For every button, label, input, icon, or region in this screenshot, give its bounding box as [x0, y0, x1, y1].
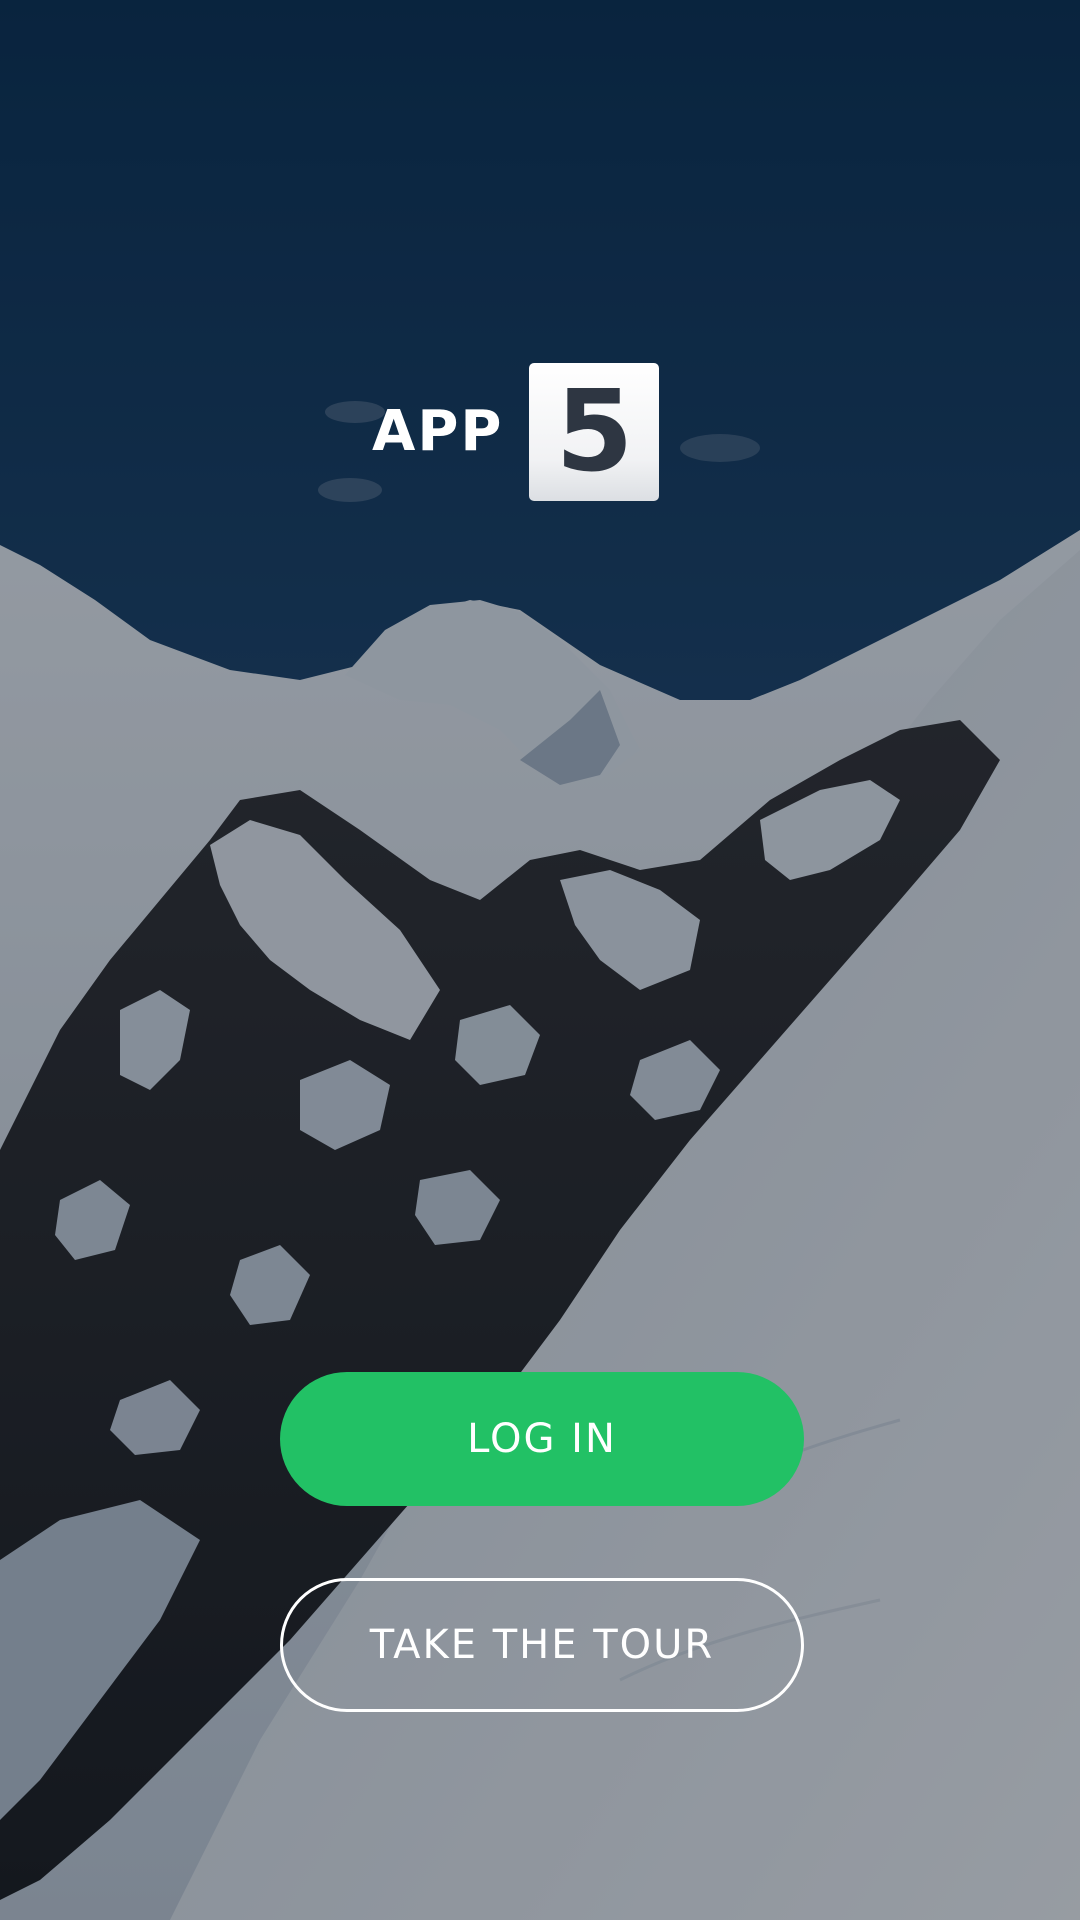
login-button[interactable]: LOG IN: [280, 1372, 804, 1506]
login-button-label: LOG IN: [467, 1416, 617, 1462]
take-the-tour-button[interactable]: TAKE THE TOUR: [280, 1578, 804, 1712]
app-name: APP: [372, 399, 504, 464]
welcome-screen: APP 5 LOG IN TAKE THE TOUR: [0, 0, 1080, 1920]
logo-badge: 5: [529, 363, 660, 501]
take-the-tour-button-label: TAKE THE TOUR: [369, 1622, 715, 1668]
app-logo: APP 5: [372, 363, 660, 501]
logo-badge-number: 5: [555, 367, 634, 497]
